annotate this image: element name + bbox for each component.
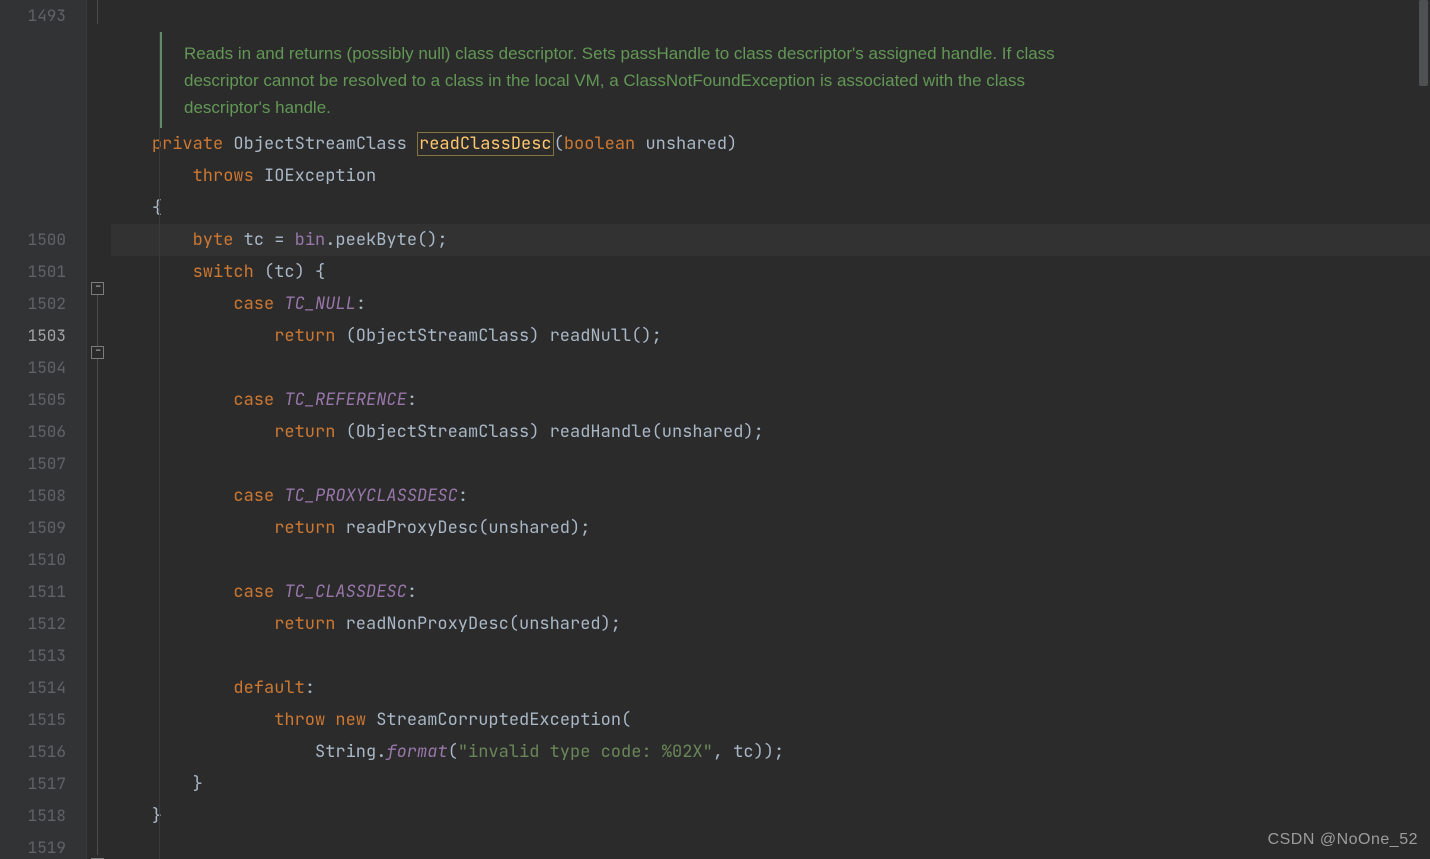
code-editor[interactable]: 1493 1500 1501 1502 1503 1504 1505 1506 … — [0, 0, 1430, 859]
line-number: 1519 — [0, 832, 86, 859]
code-line: { — [111, 192, 1430, 224]
line-number: 1510 — [0, 544, 86, 576]
code-line: return readProxyDesc(unshared); — [111, 512, 1430, 544]
code-line: throws IOException — [111, 160, 1430, 192]
code-line — [111, 544, 1430, 576]
code-line — [111, 352, 1430, 384]
line-number: 1518 — [0, 800, 86, 832]
code-line: case TC_REFERENCE: — [111, 384, 1430, 416]
line-number: 1512 — [0, 608, 86, 640]
line-number: 1511 — [0, 576, 86, 608]
code-line: case TC_CLASSDESC: — [111, 576, 1430, 608]
code-line-current: byte tc = bin.peekByte(); — [111, 224, 1430, 256]
line-number: 1507 — [0, 448, 86, 480]
fold-gutter — [87, 0, 111, 859]
code-line: } — [111, 800, 1430, 832]
code-line: throw new StreamCorruptedException( — [111, 704, 1430, 736]
code-line: switch (tc) { — [111, 256, 1430, 288]
indent-guide — [159, 32, 160, 859]
line-number: 1509 — [0, 512, 86, 544]
line-number: 1506 — [0, 416, 86, 448]
line-number: 1517 — [0, 768, 86, 800]
line-number: 1504 — [0, 352, 86, 384]
code-line — [111, 448, 1430, 480]
code-area[interactable]: Reads in and returns (possibly null) cla… — [111, 0, 1430, 859]
highlighted-method-name: readClassDesc — [417, 132, 554, 156]
fold-toggle-icon[interactable] — [91, 282, 104, 295]
code-line: private ObjectStreamClass readClassDesc(… — [111, 128, 1430, 160]
line-number: 1513 — [0, 640, 86, 672]
watermark-text: CSDN @NoOne_52 — [1268, 831, 1418, 849]
javadoc-text: Reads in and returns (possibly null) cla… — [184, 32, 1104, 128]
line-number: 1514 — [0, 672, 86, 704]
line-number: 1493 — [0, 0, 86, 32]
fold-toggle-icon[interactable] — [91, 346, 104, 359]
code-line: case TC_PROXYCLASSDESC: — [111, 480, 1430, 512]
line-number: 1516 — [0, 736, 86, 768]
line-number: 1500 — [0, 224, 86, 256]
line-number: 1515 — [0, 704, 86, 736]
line-number: 1508 — [0, 480, 86, 512]
code-line — [111, 0, 1430, 32]
code-line: default: — [111, 672, 1430, 704]
line-number-gutter: 1493 1500 1501 1502 1503 1504 1505 1506 … — [0, 0, 87, 859]
code-line: return (ObjectStreamClass) readHandle(un… — [111, 416, 1430, 448]
code-line: String.format("invalid type code: %02X",… — [111, 736, 1430, 768]
code-line: case TC_NULL: — [111, 288, 1430, 320]
line-number: 1502 — [0, 288, 86, 320]
code-line: } — [111, 768, 1430, 800]
line-number-current: 1503 — [0, 320, 86, 352]
code-line — [111, 640, 1430, 672]
code-line: return (ObjectStreamClass) readNull(); — [111, 320, 1430, 352]
line-number: 1505 — [0, 384, 86, 416]
line-number: 1501 — [0, 256, 86, 288]
code-line: return readNonProxyDesc(unshared); — [111, 608, 1430, 640]
vertical-scrollbar-thumb[interactable] — [1419, 0, 1428, 86]
javadoc-block: Reads in and returns (possibly null) cla… — [159, 32, 1430, 128]
